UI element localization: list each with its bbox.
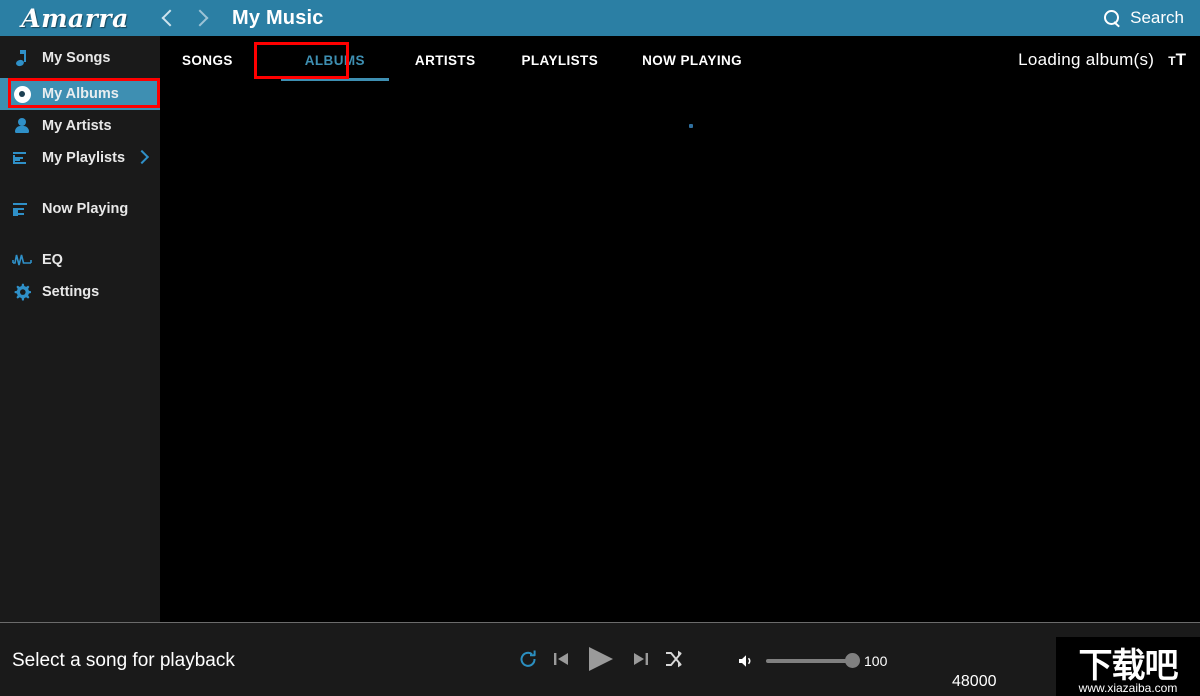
sidebar-item-label: Now Playing [42,201,129,217]
app-header: Amarra My Music Search [0,0,1200,36]
tab-playlists[interactable]: PLAYLISTS [521,36,598,84]
app-logo: Amarra [21,3,129,33]
sidebar-item-my-artists[interactable]: My Artists [0,110,160,142]
next-track-icon[interactable] [631,649,649,669]
transport-controls [518,645,684,673]
tab-label: NOW PLAYING [642,52,743,68]
sidebar-item-eq[interactable]: EQ [0,244,160,276]
search-icon [1104,9,1121,27]
sidebar-item-label: My Albums [42,86,119,102]
tab-label: ALBUMS [304,52,365,68]
volume-control: 100 [738,653,887,669]
repeat-icon[interactable] [518,649,538,669]
volume-slider-knob[interactable] [845,653,860,668]
equalizer-icon [12,250,32,270]
tab-active-underline [280,78,389,81]
shuffle-icon[interactable] [664,649,684,669]
sidebar-item-label: My Playlists [42,150,126,166]
music-note-icon [12,48,32,68]
sidebar-item-my-songs[interactable]: My Songs [0,42,160,74]
album-grid-area[interactable] [160,84,1200,622]
watermark-text: 下载吧 [1078,646,1179,686]
sidebar-item-my-playlists[interactable]: My Playlists [0,142,160,174]
gear-icon [12,282,32,302]
loading-spinner-dot [689,124,693,128]
sidebar-item-my-albums[interactable]: My Albums [0,78,160,110]
toolbar-right: Loading album(s) TT [1018,36,1186,84]
chevron-right-icon[interactable] [192,11,206,25]
tab-albums[interactable]: ALBUMS [280,36,389,84]
volume-value: 100 [864,653,888,669]
text-size-icon[interactable]: TT [1168,50,1186,70]
tab-label: ARTISTS [414,52,476,68]
sample-rate-display: 48000 [952,673,997,690]
volume-icon[interactable] [738,654,756,668]
now-playing-text: Select a song for playback [12,650,235,671]
volume-slider[interactable] [766,653,860,668]
list-plus-icon [12,148,32,168]
sidebar-item-label: My Songs [42,50,111,66]
watermark: 下载吧 www.xiazaiba.com [1056,637,1200,696]
sidebar-item-label: EQ [42,252,63,268]
sidebar-item-label: My Artists [42,118,112,134]
tab-artists[interactable]: ARTISTS [415,36,476,84]
navigation-arrows [162,11,206,25]
person-icon [12,116,32,136]
watermark-url: www.xiazaiba.com [1078,681,1178,695]
amarra-app-window: Amarra My Music Search My Songs My Album… [0,0,1200,696]
chevron-left-icon[interactable] [162,11,176,25]
player-bar: Select a song for playback 100 48000 [0,623,1200,696]
play-icon[interactable] [586,645,616,673]
loading-status: Loading album(s) [1018,50,1155,69]
tab-bar: SONGS ALBUMS ARTISTS PLAYLISTS NOW PLAYI… [160,36,1200,84]
sidebar-item-label: Settings [42,284,100,300]
tab-now-playing[interactable]: NOW PLAYING [642,36,742,84]
sidebar-item-settings[interactable]: Settings [0,276,160,308]
chevron-right-icon[interactable] [136,151,148,163]
previous-track-icon[interactable] [553,649,571,669]
tab-label: SONGS [182,52,233,68]
search-button[interactable]: Search [1104,0,1184,36]
sidebar: My Songs My Albums My Artists My Playlis… [0,36,160,622]
search-label: Search [1130,8,1184,27]
disc-icon [12,84,32,104]
tab-songs[interactable]: SONGS [182,36,233,84]
list-play-icon [12,199,32,219]
text-size-small-letter: T [1168,54,1176,68]
text-size-large-letter: T [1175,50,1186,69]
tab-label: PLAYLISTS [521,52,599,68]
sidebar-item-now-playing[interactable]: Now Playing [0,193,160,225]
page-title: My Music [232,6,324,29]
